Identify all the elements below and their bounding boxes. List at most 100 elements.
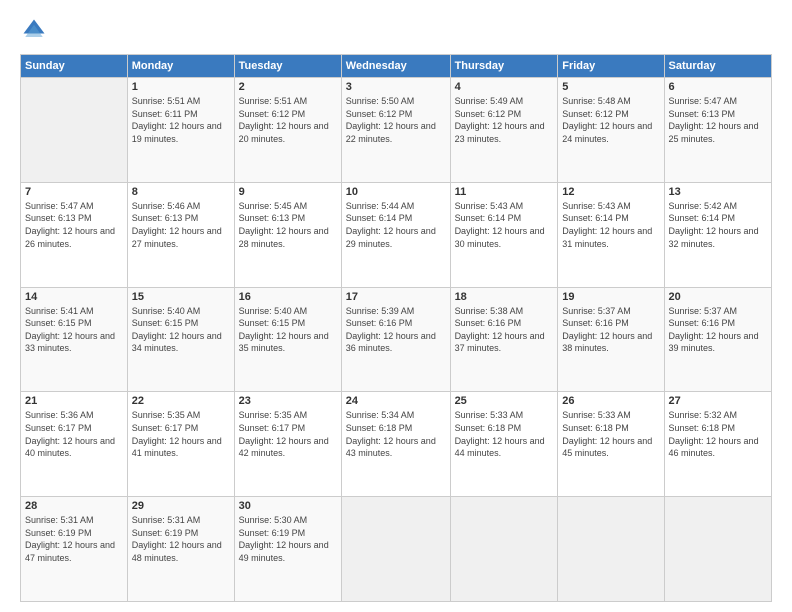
day-number: 9 (239, 186, 337, 198)
header-cell-friday: Friday (558, 55, 664, 78)
day-info: Sunrise: 5:30 AMSunset: 6:19 PMDaylight:… (239, 514, 337, 564)
day-number: 1 (132, 81, 230, 93)
day-number: 17 (346, 291, 446, 303)
day-info: Sunrise: 5:32 AMSunset: 6:18 PMDaylight:… (669, 409, 767, 459)
day-number: 2 (239, 81, 337, 93)
day-number: 14 (25, 291, 123, 303)
day-info: Sunrise: 5:40 AMSunset: 6:15 PMDaylight:… (239, 305, 337, 355)
calendar-header: SundayMondayTuesdayWednesdayThursdayFrid… (21, 55, 772, 78)
day-number: 19 (562, 291, 659, 303)
day-number: 29 (132, 500, 230, 512)
day-info: Sunrise: 5:36 AMSunset: 6:17 PMDaylight:… (25, 409, 123, 459)
day-cell: 26 Sunrise: 5:33 AMSunset: 6:18 PMDayligh… (558, 392, 664, 497)
day-number: 12 (562, 186, 659, 198)
header-cell-tuesday: Tuesday (234, 55, 341, 78)
day-number: 3 (346, 81, 446, 93)
day-info: Sunrise: 5:35 AMSunset: 6:17 PMDaylight:… (132, 409, 230, 459)
day-cell (450, 497, 558, 602)
day-info: Sunrise: 5:47 AMSunset: 6:13 PMDaylight:… (25, 200, 123, 250)
day-info: Sunrise: 5:49 AMSunset: 6:12 PMDaylight:… (455, 95, 554, 145)
day-number: 10 (346, 186, 446, 198)
day-cell (341, 497, 450, 602)
day-info: Sunrise: 5:47 AMSunset: 6:13 PMDaylight:… (669, 95, 767, 145)
day-cell: 28Sunrise: 5:31 AMSunset: 6:19 PMDayligh… (21, 497, 128, 602)
day-number: 13 (669, 186, 767, 198)
header-cell-wednesday: Wednesday (341, 55, 450, 78)
day-number: 11 (455, 186, 554, 198)
day-info: Sunrise: 5:33 AMSunset: 6:18 PMDaylight:… (562, 409, 659, 459)
day-info: Sunrise: 5:39 AMSunset: 6:16 PMDaylight:… (346, 305, 446, 355)
week-row-5: 28 Sunrise: 5:31 AMSunset: 6:19 PMDayligh… (21, 497, 772, 602)
day-number: 30 (239, 500, 337, 512)
day-info: Sunrise: 5:34 AMSunset: 6:18 PMDaylight:… (346, 409, 446, 459)
day-info: Sunrise: 5:31 AMSunset: 6:19 PMDaylight:… (132, 514, 230, 564)
day-cell: 8 Sunrise: 5:46 AMSunset: 6:13 PMDaylight… (127, 182, 234, 287)
day-number: 8 (132, 186, 230, 198)
day-cell: 6 Sunrise: 5:47 AMSunset: 6:13 PMDaylight… (664, 78, 771, 183)
day-cell: 14 Sunrise: 5:41 AMSunset: 6:15 PMDayligh… (21, 287, 128, 392)
day-cell: 11 Sunrise: 5:43 AMSunset: 6:14 PMDayligh… (450, 182, 558, 287)
logo (20, 16, 52, 44)
day-cell: 2 Sunrise: 5:51 AMSunset: 6:12 PMDaylight… (234, 78, 341, 183)
day-info: Sunrise: 5:50 AMSunset: 6:12 PMDaylight:… (346, 95, 446, 145)
day-cell (558, 497, 664, 602)
day-number: 6 (669, 81, 767, 93)
day-cell: 10 Sunrise: 5:44 AMSunset: 6:14 PMDayligh… (341, 182, 450, 287)
day-number: 22 (132, 395, 230, 407)
day-info: Sunrise: 5:45 AMSunset: 6:13 PMDaylight:… (239, 200, 337, 250)
day-info: Sunrise: 5:41 AMSunset: 6:15 PMDaylight:… (25, 305, 123, 355)
day-info: Sunrise: 5:51 AMSunset: 6:11 PMDaylight:… (132, 95, 230, 145)
day-number: 23 (239, 395, 337, 407)
day-info: Sunrise: 5:37 AMSunset: 6:16 PMDaylight:… (562, 305, 659, 355)
header (20, 16, 772, 44)
day-info: Sunrise: 5:33 AMSunset: 6:18 PMDaylight:… (455, 409, 554, 459)
day-info: Sunrise: 5:43 AMSunset: 6:14 PMDaylight:… (455, 200, 554, 250)
day-number: 20 (669, 291, 767, 303)
day-number: 28 (25, 500, 123, 512)
day-cell: 29 Sunrise: 5:31 AMSunset: 6:19 PMDayligh… (127, 497, 234, 602)
calendar-table: SundayMondayTuesdayWednesdayThursdayFrid… (20, 54, 772, 602)
day-number: 18 (455, 291, 554, 303)
header-cell-thursday: Thursday (450, 55, 558, 78)
day-cell: 20 Sunrise: 5:37 AMSunset: 6:16 PMDayligh… (664, 287, 771, 392)
day-info: Sunrise: 5:42 AMSunset: 6:14 PMDaylight:… (669, 200, 767, 250)
day-number: 7 (25, 186, 123, 198)
day-number: 26 (562, 395, 659, 407)
week-row-1: 1 Sunrise: 5:51 AMSunset: 6:11 PMDaylight… (21, 78, 772, 183)
day-number: 15 (132, 291, 230, 303)
day-cell: 25Sunrise: 5:33 AMSunset: 6:18 PMDayligh… (450, 392, 558, 497)
day-info: Sunrise: 5:38 AMSunset: 6:16 PMDaylight:… (455, 305, 554, 355)
day-info: Sunrise: 5:43 AMSunset: 6:14 PMDaylight:… (562, 200, 659, 250)
day-info: Sunrise: 5:46 AMSunset: 6:13 PMDaylight:… (132, 200, 230, 250)
day-cell: 1 Sunrise: 5:51 AMSunset: 6:11 PMDaylight… (127, 78, 234, 183)
day-info: Sunrise: 5:51 AMSunset: 6:12 PMDaylight:… (239, 95, 337, 145)
day-cell: 12 Sunrise: 5:43 AMSunset: 6:14 PMDayligh… (558, 182, 664, 287)
header-cell-saturday: Saturday (664, 55, 771, 78)
day-cell: 9 Sunrise: 5:45 AMSunset: 6:13 PMDaylight… (234, 182, 341, 287)
day-cell: 17 Sunrise: 5:39 AMSunset: 6:16 PMDayligh… (341, 287, 450, 392)
day-cell: 27 Sunrise: 5:32 AMSunset: 6:18 PMDayligh… (664, 392, 771, 497)
week-row-4: 21Sunrise: 5:36 AMSunset: 6:17 PMDayligh… (21, 392, 772, 497)
day-cell: 22 Sunrise: 5:35 AMSunset: 6:17 PMDayligh… (127, 392, 234, 497)
day-cell: 23 Sunrise: 5:35 AMSunset: 6:17 PMDayligh… (234, 392, 341, 497)
day-cell: 19 Sunrise: 5:37 AMSunset: 6:16 PMDayligh… (558, 287, 664, 392)
page: SundayMondayTuesdayWednesdayThursdayFrid… (0, 0, 792, 612)
header-cell-monday: Monday (127, 55, 234, 78)
day-cell: 15Sunrise: 5:40 AMSunset: 6:15 PMDayligh… (127, 287, 234, 392)
day-info: Sunrise: 5:44 AMSunset: 6:14 PMDaylight:… (346, 200, 446, 250)
day-number: 16 (239, 291, 337, 303)
day-cell: 30 Sunrise: 5:30 AMSunset: 6:19 PMDayligh… (234, 497, 341, 602)
logo-icon (20, 16, 48, 44)
day-cell: 16 Sunrise: 5:40 AMSunset: 6:15 PMDayligh… (234, 287, 341, 392)
day-cell: 18 Sunrise: 5:38 AMSunset: 6:16 PMDayligh… (450, 287, 558, 392)
day-info: Sunrise: 5:37 AMSunset: 6:16 PMDaylight:… (669, 305, 767, 355)
day-cell: 13 Sunrise: 5:42 AMSunset: 6:14 PMDayligh… (664, 182, 771, 287)
day-cell: 21Sunrise: 5:36 AMSunset: 6:17 PMDayligh… (21, 392, 128, 497)
day-info: Sunrise: 5:35 AMSunset: 6:17 PMDaylight:… (239, 409, 337, 459)
day-cell (21, 78, 128, 183)
day-number: 27 (669, 395, 767, 407)
day-number: 5 (562, 81, 659, 93)
week-row-3: 14 Sunrise: 5:41 AMSunset: 6:15 PMDayligh… (21, 287, 772, 392)
day-cell: 7 Sunrise: 5:47 AMSunset: 6:13 PMDaylight… (21, 182, 128, 287)
day-cell (664, 497, 771, 602)
